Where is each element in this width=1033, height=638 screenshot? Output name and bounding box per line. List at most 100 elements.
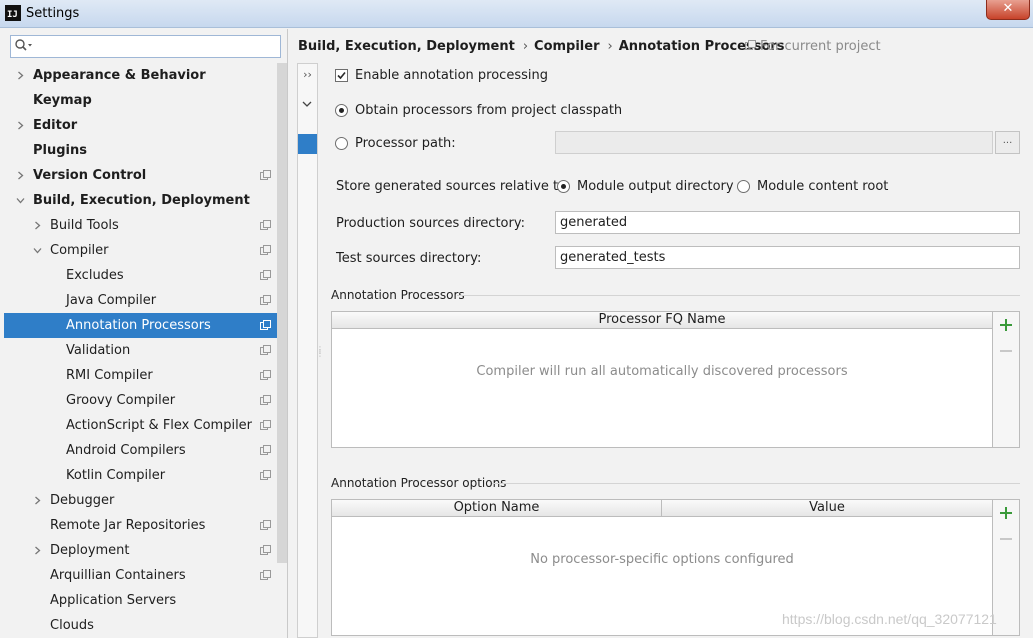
option-name-header[interactable]: Option Name xyxy=(332,500,662,517)
sidebar-item-debugger[interactable]: Debugger xyxy=(4,488,287,513)
chevron-down-icon[interactable] xyxy=(301,98,313,110)
processors-table[interactable]: Processor FQ Name Compiler will run all … xyxy=(331,311,993,448)
add-option-plus-icon[interactable] xyxy=(999,506,1013,520)
module-content-radio[interactable] xyxy=(737,179,750,193)
project-scope-icon xyxy=(260,470,271,480)
sidebar-item-android-compilers[interactable]: Android Compilers xyxy=(4,438,287,463)
enable-annotation-checkbox[interactable] xyxy=(335,68,348,82)
sidebar-item-build-execution-deployment[interactable]: Build, Execution, Deployment xyxy=(4,188,287,213)
selected-profile[interactable] xyxy=(298,134,317,154)
processor-fq-name-header[interactable]: Processor FQ Name xyxy=(332,312,992,329)
sidebar-item-label: Kotlin Compiler xyxy=(66,468,166,483)
sidebar-item-label: Deployment xyxy=(50,543,130,558)
chevron-down-icon[interactable] xyxy=(33,246,42,255)
sidebar-item-excludes[interactable]: Excludes xyxy=(4,263,287,288)
sidebar-item-label: Editor xyxy=(33,118,78,133)
project-scope-icon xyxy=(260,295,271,305)
search-icon xyxy=(15,39,32,51)
breadcrumb-item-build[interactable]: Build, Execution, Deployment xyxy=(298,39,515,54)
chevron-right-icon[interactable] xyxy=(33,496,42,505)
module-output-label: Module output directory xyxy=(577,178,734,194)
chevron-right-icon[interactable] xyxy=(33,221,42,230)
chevron-right-icon[interactable] xyxy=(33,546,42,555)
chevron-right-icon[interactable] xyxy=(16,121,25,130)
module-output-radio[interactable] xyxy=(557,179,570,193)
sidebar-scrollbar[interactable] xyxy=(277,63,287,563)
settings-search-input[interactable] xyxy=(10,35,281,58)
sidebar-item-application-servers[interactable]: Application Servers xyxy=(4,588,287,613)
sidebar-item-build-tools[interactable]: Build Tools xyxy=(4,213,287,238)
sidebar-item-label: Validation xyxy=(66,343,131,358)
production-dir-input[interactable]: generated xyxy=(555,211,1020,234)
settings-sidebar: Appearance & Behavior Keymap Editor Plugins… xyxy=(0,29,288,638)
breadcrumb-separator: › xyxy=(607,39,613,54)
test-dir-input[interactable]: generated_tests xyxy=(555,246,1020,269)
sidebar-item-arquillian-containers[interactable]: Arquillian Containers xyxy=(4,563,287,588)
sidebar-item-java-compiler[interactable]: Java Compiler xyxy=(4,288,287,313)
options-section-title: Annotation Processor options xyxy=(331,476,507,490)
section-divider xyxy=(492,483,1020,484)
module-content-label: Module content root xyxy=(757,178,889,194)
sidebar-item-groovy-compiler[interactable]: Groovy Compiler xyxy=(4,388,287,413)
chevron-down-icon[interactable] xyxy=(16,196,25,205)
project-scope-icon xyxy=(260,220,271,230)
sidebar-item-appearance-behavior[interactable]: Appearance & Behavior xyxy=(4,63,287,88)
splitter-grip[interactable]: ⋮ ⋮ xyxy=(316,346,324,358)
chevron-right-icon[interactable] xyxy=(16,71,25,80)
obtain-from-classpath-radio[interactable] xyxy=(335,103,348,117)
enable-annotation-label: Enable annotation processing xyxy=(355,67,548,83)
value-header[interactable]: Value xyxy=(662,500,992,517)
sidebar-item-label: Compiler xyxy=(50,243,109,258)
project-scope-icon xyxy=(260,520,271,530)
project-scope-icon xyxy=(260,420,271,430)
breadcrumb-item-compiler[interactable]: Compiler xyxy=(534,39,599,54)
sidebar-item-label: Debugger xyxy=(50,493,115,508)
sidebar-item-keymap[interactable]: Keymap xyxy=(4,88,287,113)
sidebar-item-clouds[interactable]: Clouds xyxy=(4,613,287,638)
module-output-row[interactable]: Module output directory xyxy=(557,177,734,195)
close-window-button[interactable]: ✕ xyxy=(986,0,1030,20)
processor-path-input[interactable] xyxy=(555,131,993,154)
options-empty-message: No processor-specific options configured xyxy=(530,552,794,567)
module-content-row[interactable]: Module content root xyxy=(737,177,888,195)
processors-section-title: Annotation Processors xyxy=(331,288,465,302)
sidebar-item-annotation-processors[interactable]: Annotation Processors xyxy=(4,313,287,338)
project-scope-icon xyxy=(260,395,271,405)
browse-button[interactable]: ... xyxy=(995,131,1020,154)
sidebar-item-rmi-compiler[interactable]: RMI Compiler xyxy=(4,363,287,388)
enable-annotation-row[interactable]: Enable annotation processing xyxy=(335,66,548,84)
sidebar-item-label: Version Control xyxy=(33,168,147,183)
sidebar-item-validation[interactable]: Validation xyxy=(4,338,287,363)
add-processor-plus-icon[interactable] xyxy=(999,318,1013,332)
obtain-from-classpath-label: Obtain processors from project classpath xyxy=(355,102,623,118)
project-scope-icon xyxy=(260,370,271,380)
breadcrumb: Build, Execution, Deployment › Compiler › An… xyxy=(298,39,791,57)
expand-profiles-button[interactable]: ›› xyxy=(298,68,317,88)
options-toolbar xyxy=(993,499,1020,636)
window-title: Settings xyxy=(26,6,80,21)
scope-hint: For current project xyxy=(745,39,881,54)
obtain-from-classpath-row[interactable]: Obtain processors from project classpath xyxy=(335,101,622,119)
remove-option-minus-icon[interactable] xyxy=(1000,538,1012,540)
sidebar-item-plugins[interactable]: Plugins xyxy=(4,138,287,163)
project-scope-icon xyxy=(260,445,271,455)
scope-hint-label: For current project xyxy=(760,39,881,54)
remove-processor-minus-icon[interactable] xyxy=(1000,350,1012,352)
chevron-right-icon[interactable] xyxy=(16,171,25,180)
sidebar-item-version-control[interactable]: Version Control xyxy=(4,163,287,188)
processor-path-row[interactable]: Processor path: xyxy=(335,134,456,152)
sidebar-item-kotlin-compiler[interactable]: Kotlin Compiler xyxy=(4,463,287,488)
project-scope-icon xyxy=(260,270,271,280)
processors-toolbar xyxy=(993,311,1020,448)
sidebar-item-remote-jar-repositories[interactable]: Remote Jar Repositories xyxy=(4,513,287,538)
settings-tree: Appearance & Behavior Keymap Editor Plugins… xyxy=(4,63,287,638)
processor-path-radio[interactable] xyxy=(335,136,348,150)
sidebar-item-label: Arquillian Containers xyxy=(50,568,186,583)
sidebar-item-editor[interactable]: Editor xyxy=(4,113,287,138)
sidebar-item-compiler[interactable]: Compiler xyxy=(4,238,287,263)
processors-empty-message: Compiler will run all automatically disc… xyxy=(476,364,848,379)
sidebar-item-deployment[interactable]: Deployment xyxy=(4,538,287,563)
intellij-app-icon: IJ xyxy=(5,5,21,21)
section-divider xyxy=(457,295,1020,296)
sidebar-item-actionscript-flex-compiler[interactable]: ActionScript & Flex Compiler xyxy=(4,413,287,438)
